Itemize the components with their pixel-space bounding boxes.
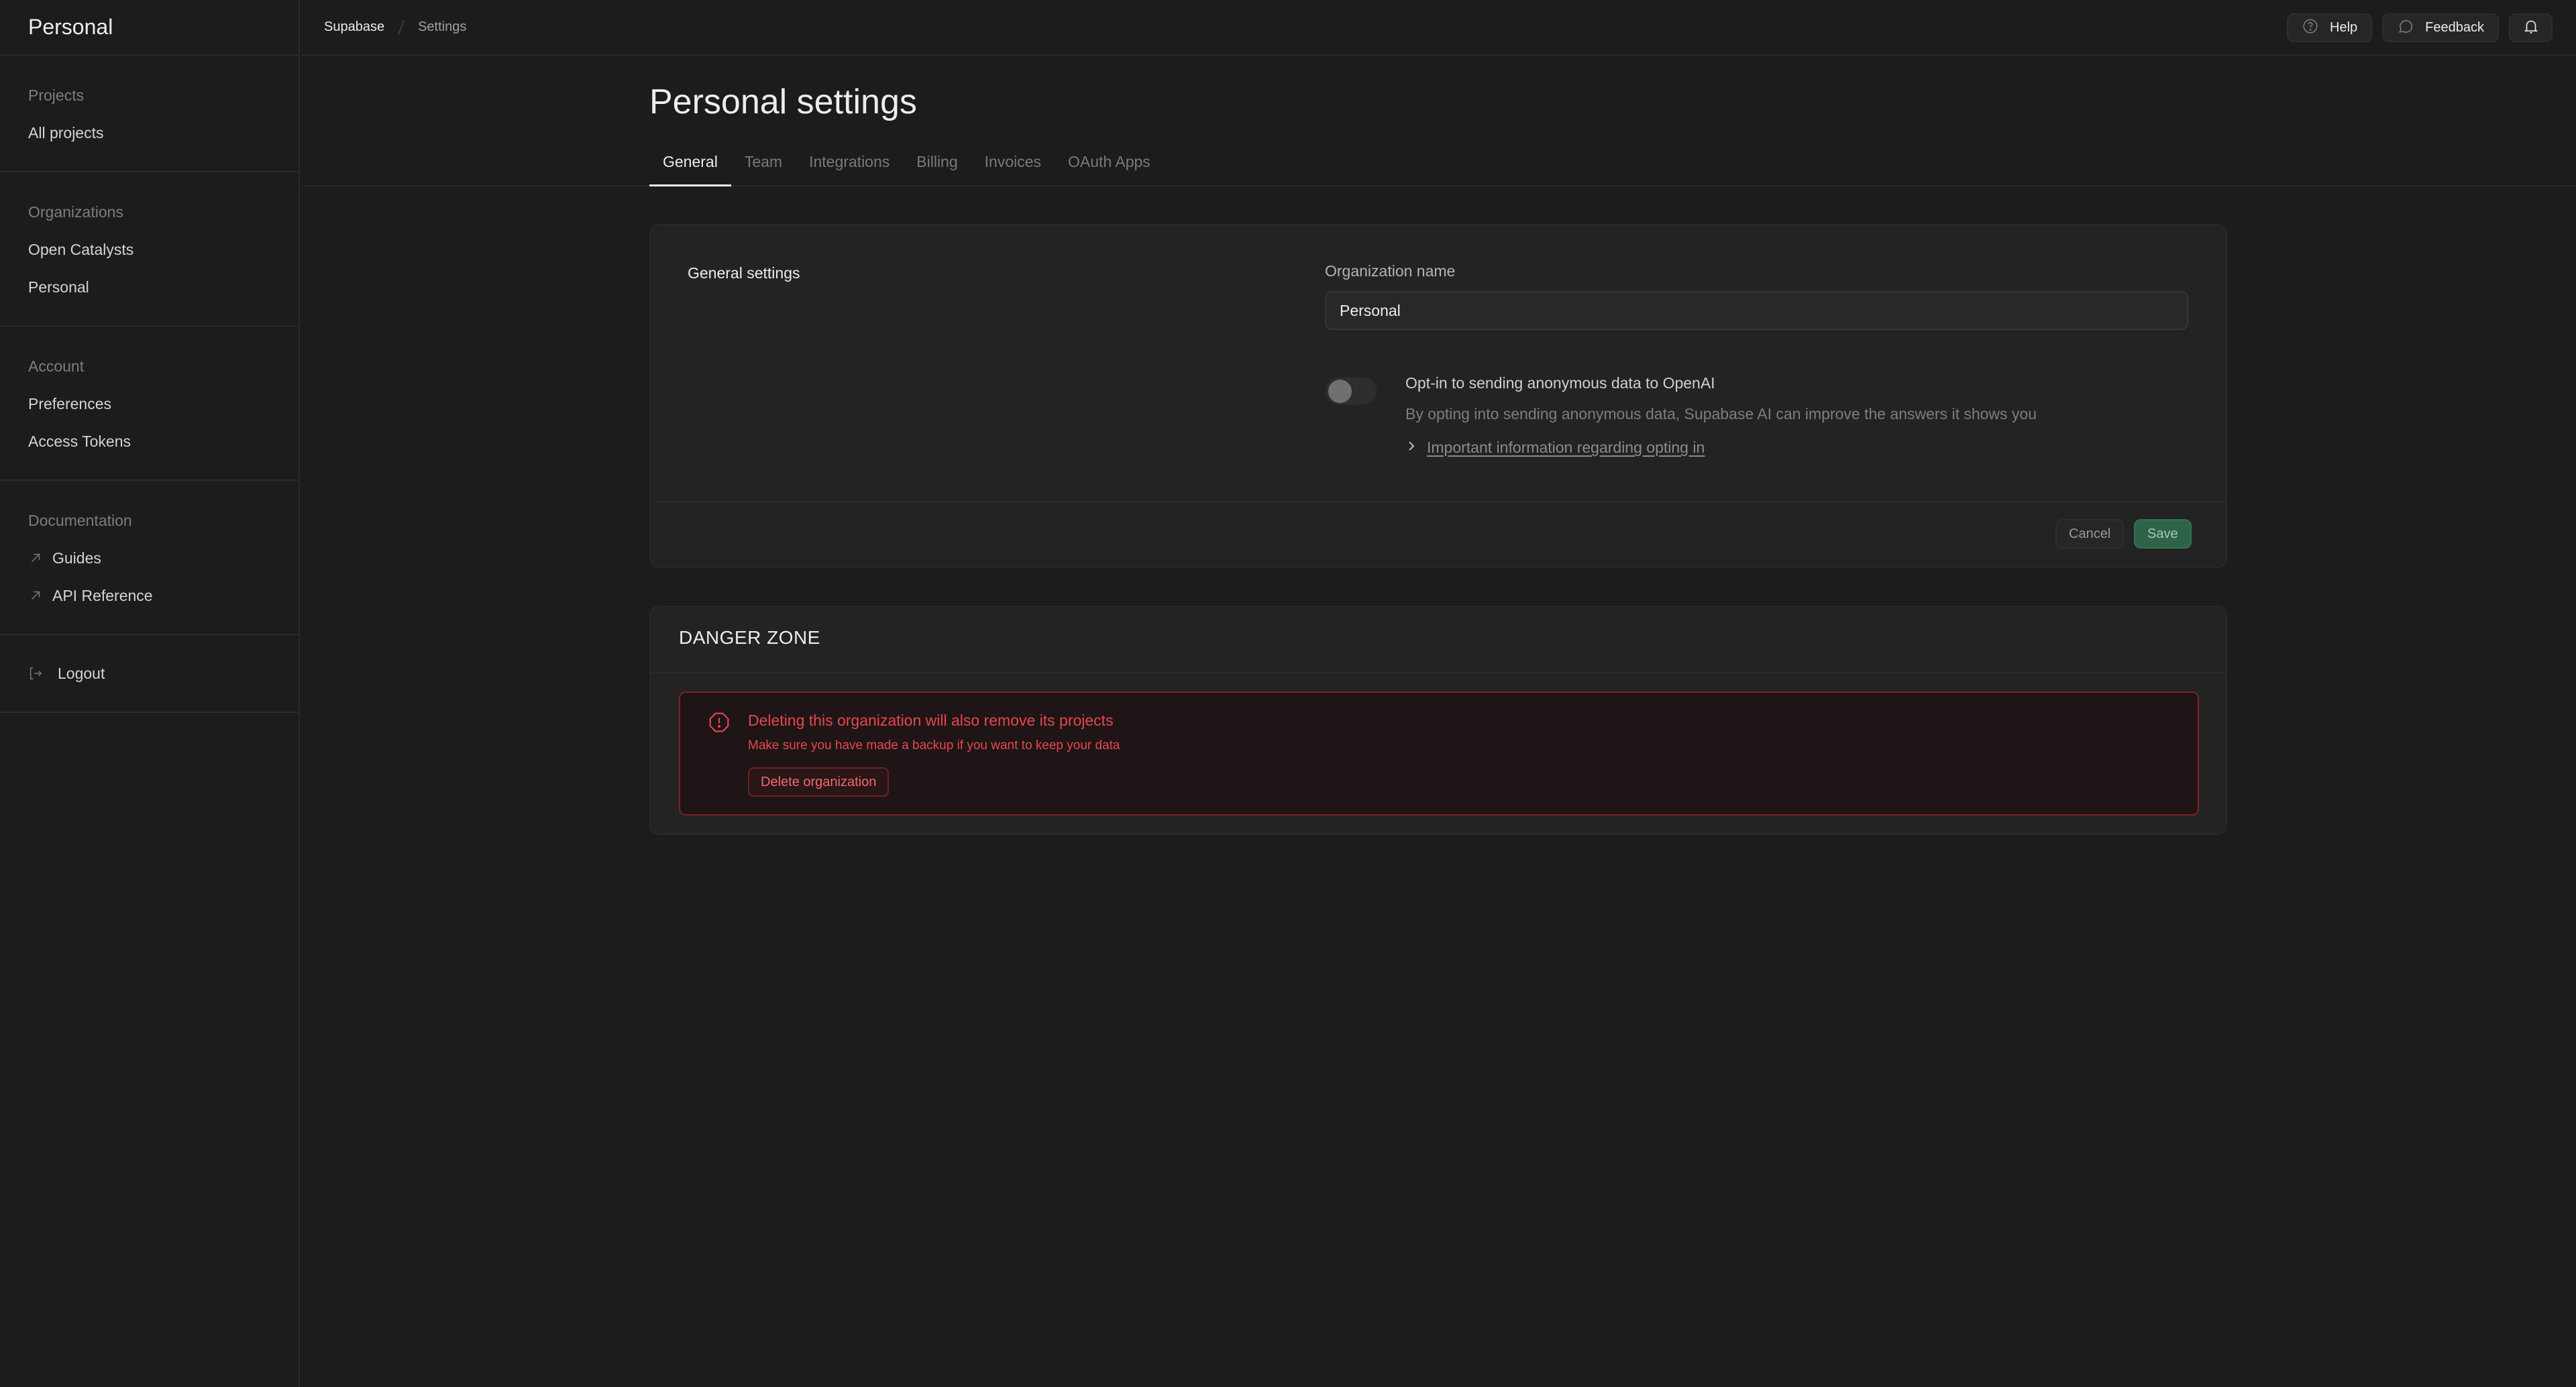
general-settings-heading: General settings	[688, 264, 800, 282]
notifications-button[interactable]	[2509, 13, 2553, 42]
sidebar-section-organizations: Organizations Open Catalysts Personal	[0, 172, 299, 327]
message-circle-icon	[2397, 17, 2414, 39]
sidebar-item-label: All projects	[28, 124, 104, 142]
feedback-label: Feedback	[2425, 20, 2484, 35]
tab-general[interactable]: General	[649, 148, 731, 186]
feedback-button[interactable]: Feedback	[2382, 13, 2499, 42]
sidebar-item-label: Access Tokens	[28, 433, 131, 450]
sidebar-item-all-projects[interactable]: All projects	[0, 120, 299, 146]
top-bar: Supabase Settings Help Feedback	[301, 0, 2576, 56]
cancel-button[interactable]: Cancel	[2055, 519, 2125, 549]
sidebar: Personal Projects All projects Organizat…	[0, 0, 300, 1387]
org-name-input[interactable]	[1325, 291, 2188, 330]
card-divider	[651, 501, 2226, 502]
sidebar-section-projects: Projects All projects	[0, 56, 299, 172]
opt-in-info-link[interactable]: Important information regarding opting i…	[1427, 439, 1705, 457]
page-title: Personal settings	[649, 82, 917, 121]
sidebar-item-label: Guides	[52, 549, 101, 567]
breadcrumb-supabase[interactable]: Supabase	[324, 19, 384, 35]
alert-octagon-icon	[708, 712, 730, 733]
sidebar-item-guides[interactable]: Guides	[0, 545, 299, 571]
opt-in-info-disclosure[interactable]: Important information regarding opting i…	[1405, 439, 1705, 457]
chevron-right-icon	[1405, 439, 1417, 457]
general-settings-card: General settings Organization name Opt-i…	[649, 224, 2227, 568]
tab-team[interactable]: Team	[731, 148, 796, 186]
section-label: Organizations	[28, 203, 123, 221]
section-label: Documentation	[28, 512, 132, 529]
sidebar-item-open-catalysts[interactable]: Open Catalysts	[0, 237, 299, 262]
help-icon	[2302, 17, 2319, 39]
org-title: Personal	[28, 15, 113, 39]
logout-icon	[28, 666, 43, 681]
sidebar-header: Personal	[0, 0, 299, 56]
openai-opt-in-toggle[interactable]	[1325, 377, 1377, 405]
sidebar-item-label: Logout	[58, 665, 105, 682]
sidebar-section-account: Account Preferences Access Tokens	[0, 327, 299, 481]
sidebar-item-label: API Reference	[52, 587, 153, 604]
tab-oauth-apps[interactable]: OAuth Apps	[1055, 148, 1164, 186]
save-button[interactable]: Save	[2134, 519, 2192, 549]
tab-integrations[interactable]: Integrations	[796, 148, 903, 186]
sidebar-item-preferences[interactable]: Preferences	[0, 391, 299, 417]
sidebar-item-label: Open Catalysts	[28, 241, 134, 258]
external-link-icon	[28, 588, 43, 603]
sidebar-item-personal[interactable]: Personal	[0, 274, 299, 300]
logout-button[interactable]: Logout	[0, 661, 299, 686]
sidebar-item-label: Personal	[28, 278, 89, 296]
settings-tabs: General Team Integrations Billing Invoic…	[301, 148, 2576, 186]
sidebar-section-documentation: Documentation Guides API Reference	[0, 481, 299, 635]
sidebar-item-access-tokens[interactable]: Access Tokens	[0, 429, 299, 454]
opt-in-title: Opt-in to sending anonymous data to Open…	[1405, 374, 1715, 392]
alert-title: Deleting this organization will also rem…	[748, 712, 1114, 729]
help-button[interactable]: Help	[2287, 13, 2373, 42]
top-actions: Help Feedback	[2287, 13, 2553, 42]
bell-icon	[2522, 17, 2540, 39]
tab-invoices[interactable]: Invoices	[971, 148, 1055, 186]
toggle-knob	[1328, 380, 1352, 403]
org-name-label: Organization name	[1325, 262, 1456, 280]
section-label: Projects	[28, 87, 85, 104]
tab-billing[interactable]: Billing	[903, 148, 971, 186]
delete-warning-alert: Deleting this organization will also rem…	[679, 691, 2199, 816]
alert-description: Make sure you have made a backup if you …	[748, 738, 1120, 753]
sidebar-item-api-reference[interactable]: API Reference	[0, 583, 299, 608]
breadcrumb-separator	[398, 19, 405, 35]
external-link-icon	[28, 551, 43, 565]
breadcrumb-settings[interactable]: Settings	[418, 19, 466, 35]
help-label: Help	[2330, 20, 2358, 35]
sidebar-item-label: Preferences	[28, 395, 112, 412]
sidebar-section-logout: Logout	[0, 635, 299, 713]
section-label: Account	[28, 357, 85, 375]
danger-zone-card: DANGER ZONE Deleting this organization w…	[649, 606, 2227, 835]
card-divider	[651, 672, 2226, 673]
delete-organization-button[interactable]: Delete organization	[748, 767, 890, 797]
opt-in-description: By opting into sending anonymous data, S…	[1405, 405, 2037, 423]
danger-zone-heading: DANGER ZONE	[679, 627, 820, 648]
